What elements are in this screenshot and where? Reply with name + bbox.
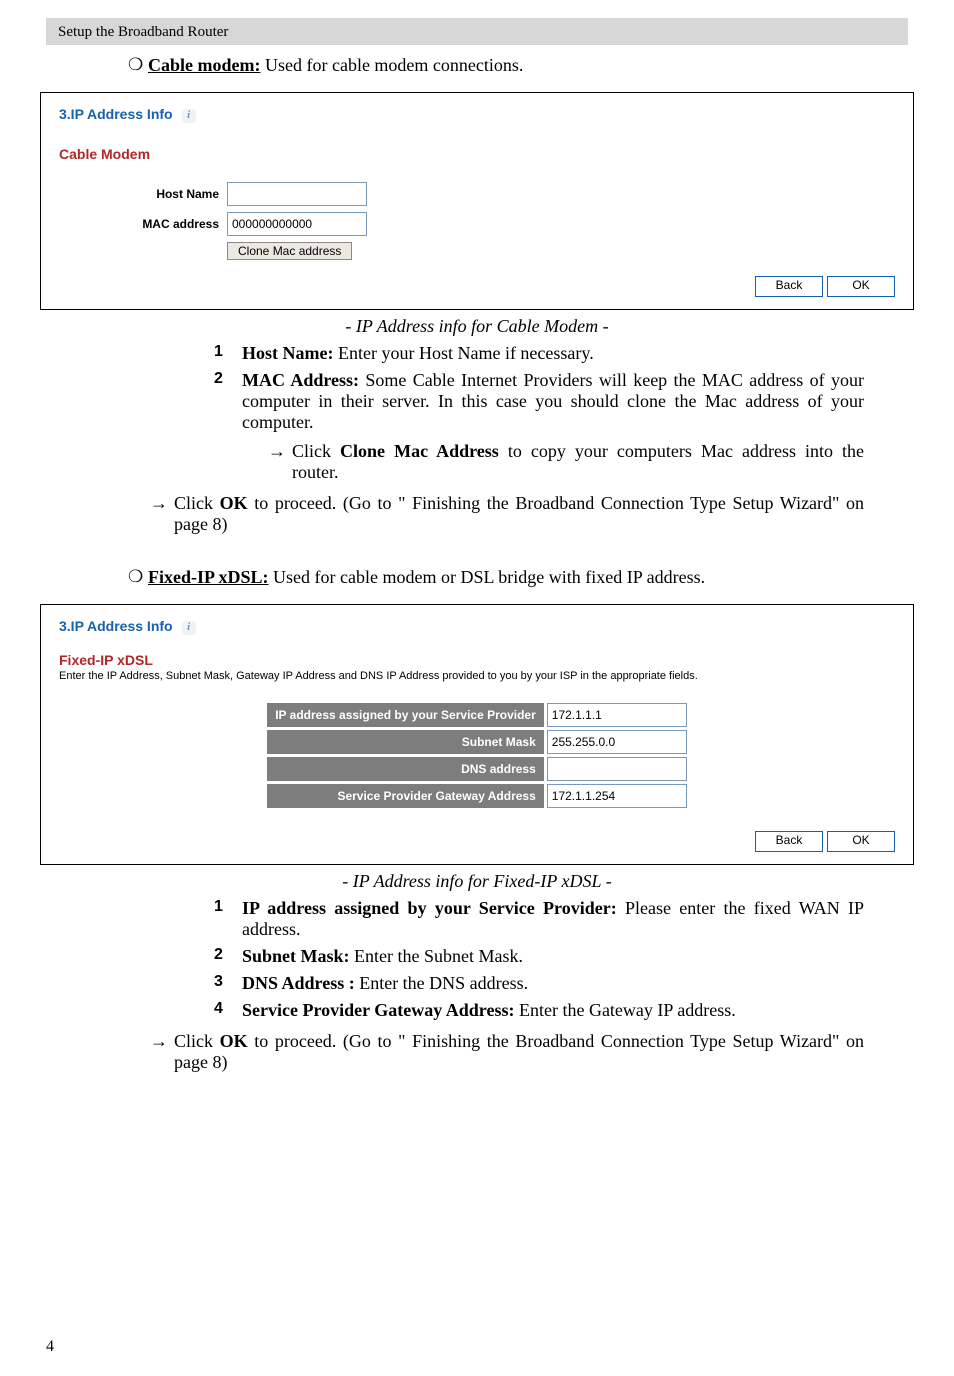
fixed-ip-text: Used for cable modem or DSL bridge with …	[269, 567, 706, 587]
list2-item-1: 1 IP address assigned by your Service Pr…	[214, 898, 864, 940]
host-name-input[interactable]	[227, 182, 367, 206]
clone-bold: Clone Mac Address	[340, 441, 499, 461]
cable-modem-text: Used for cable modem connections.	[260, 55, 523, 75]
bullet-icon: ❍	[128, 55, 148, 76]
ok-button[interactable]: OK	[827, 831, 895, 852]
clone-pre: Click	[292, 441, 340, 461]
ok-hint-1: → Click OK to proceed. (Go to " Finishin…	[150, 493, 864, 535]
list1-label-2: MAC Address:	[242, 370, 359, 390]
mac-address-label: MAC address	[59, 217, 227, 231]
mask-input[interactable]	[547, 730, 687, 754]
panel2-desc: Enter the IP Address, Subnet Mask, Gatew…	[59, 670, 895, 682]
list2-num-1: 1	[214, 898, 242, 940]
caption-cable: - IP Address info for Cable Modem -	[0, 316, 954, 337]
panel2-subtitle: Fixed-IP xDSL	[59, 652, 895, 668]
help-icon[interactable]: i	[182, 621, 196, 635]
ok2-bold: OK	[220, 1031, 248, 1051]
fixed-ip-table: IP address assigned by your Service Prov…	[264, 700, 690, 811]
fixed-ip-intro: ❍ Fixed-IP xDSL: Used for cable modem or…	[128, 567, 864, 588]
back-button[interactable]: Back	[755, 831, 823, 852]
panel2-title: 3.IP Address Info	[59, 618, 173, 634]
gw-label: Service Provider Gateway Address	[267, 784, 544, 808]
back-button[interactable]: Back	[755, 276, 823, 297]
help-icon[interactable]: i	[182, 109, 196, 123]
list1-num-2: 2	[214, 370, 242, 483]
bullet-icon: ❍	[128, 567, 148, 588]
list1-item-1: 1 Host Name: Enter your Host Name if nec…	[214, 343, 864, 364]
list2-text-4: Enter the Gateway IP address.	[514, 1000, 735, 1020]
list1-text-1: Enter your Host Name if necessary.	[333, 343, 593, 363]
arrow-icon: →	[150, 493, 174, 535]
list2-item-2: 2 Subnet Mask: Enter the Subnet Mask.	[214, 946, 864, 967]
dns-input[interactable]	[547, 757, 687, 781]
arrow-icon: →	[268, 441, 292, 483]
list2-num-2: 2	[214, 946, 242, 967]
list2-item-3: 3 DNS Address : Enter the DNS address.	[214, 973, 864, 994]
caption-fixed: - IP Address info for Fixed-IP xDSL -	[0, 871, 954, 892]
page-number: 4	[46, 1338, 54, 1356]
page-header: Setup the Broadband Router	[46, 18, 908, 45]
gw-input[interactable]	[547, 784, 687, 808]
list2-item-4: 4 Service Provider Gateway Address: Ente…	[214, 1000, 864, 1021]
cable-modem-label: Cable modem:	[148, 55, 260, 75]
fixed-ip-label: Fixed-IP xDSL:	[148, 567, 269, 587]
ok1-post: to proceed. (Go to " Finishing the Broad…	[174, 493, 864, 534]
list2-label-1: IP address assigned by your Service Prov…	[242, 898, 617, 918]
ok2-post: to proceed. (Go to " Finishing the Broad…	[174, 1031, 864, 1072]
ok-button[interactable]: OK	[827, 276, 895, 297]
arrow-icon: →	[150, 1031, 174, 1073]
clone-hint: → Click Clone Mac Address to copy your c…	[268, 441, 864, 483]
list2-label-3: DNS Address :	[242, 973, 355, 993]
list2-num-4: 4	[214, 1000, 242, 1021]
fixed-ip-panel: 3.IP Address Info i Fixed-IP xDSL Enter …	[40, 604, 914, 865]
list2-text-2: Enter the Subnet Mask.	[350, 946, 523, 966]
ok2-pre: Click	[174, 1031, 220, 1051]
panel1-subtitle: Cable Modem	[59, 146, 895, 162]
host-name-label: Host Name	[59, 187, 227, 201]
list2-label-4: Service Provider Gateway Address:	[242, 1000, 514, 1020]
ip-label: IP address assigned by your Service Prov…	[267, 703, 544, 727]
dns-label: DNS address	[267, 757, 544, 781]
list2-text-3: Enter the DNS address.	[355, 973, 528, 993]
clone-mac-button[interactable]: Clone Mac address	[227, 242, 352, 260]
list2-num-3: 3	[214, 973, 242, 994]
mask-label: Subnet Mask	[267, 730, 544, 754]
list1-item-2: 2 MAC Address: Some Cable Internet Provi…	[214, 370, 864, 483]
list1-label-1: Host Name:	[242, 343, 333, 363]
mac-address-input[interactable]	[227, 212, 367, 236]
cable-modem-panel: 3.IP Address Info i Cable Modem Host Nam…	[40, 92, 914, 310]
cable-modem-intro: ❍ Cable modem: Used for cable modem conn…	[128, 55, 864, 76]
ip-input[interactable]	[547, 703, 687, 727]
panel1-title: 3.IP Address Info	[59, 106, 173, 122]
ok1-bold: OK	[220, 493, 248, 513]
list1-num-1: 1	[214, 343, 242, 364]
ok1-pre: Click	[174, 493, 220, 513]
ok-hint-2: → Click OK to proceed. (Go to " Finishin…	[150, 1031, 864, 1073]
list2-label-2: Subnet Mask:	[242, 946, 350, 966]
